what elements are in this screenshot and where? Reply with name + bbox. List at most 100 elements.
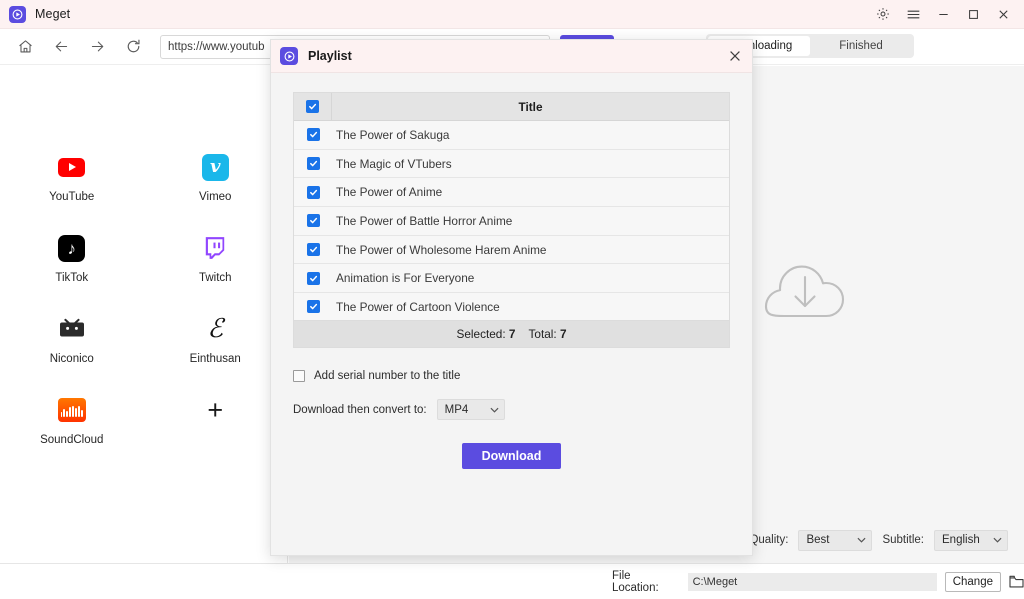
dialog-logo-icon (280, 47, 298, 65)
quality-value: Best (806, 534, 830, 546)
table-row[interactable]: The Power of Wholesome Harem Anime (294, 235, 729, 265)
change-folder-button[interactable]: Change (944, 571, 1001, 592)
table-row[interactable]: The Power of Battle Horror Anime (294, 207, 729, 236)
row-checkbox[interactable] (294, 214, 332, 228)
row-title: The Power of Battle Horror Anime (336, 213, 513, 228)
site-einthusan[interactable]: ℰ Einthusan (144, 314, 288, 365)
serial-number-label: Add serial number to the title (314, 370, 461, 382)
sites-grid: YouTube v Vimeo ♪ TikTok Twitch Niconico… (0, 152, 287, 446)
row-title: The Power of Sakuga (336, 127, 450, 142)
app-window: Meget https://www.youtub Downloading Fin… (0, 0, 1024, 599)
playlist-summary: Selected: 7 Total: 7 (293, 321, 730, 348)
site-add-new[interactable]: + (144, 395, 288, 446)
site-label: Twitch (198, 272, 232, 284)
site-vimeo[interactable]: v Vimeo (144, 152, 288, 203)
dialog-close-icon[interactable] (718, 40, 752, 73)
twitch-icon (200, 233, 230, 263)
einthusan-icon: ℰ (207, 314, 224, 344)
row-title: The Power of Cartoon Violence (336, 299, 500, 314)
quality-label: Quality: (749, 534, 789, 546)
serial-number-option[interactable]: Add serial number to the title (293, 370, 730, 382)
chevron-down-icon (490, 404, 499, 416)
maximize-icon[interactable] (958, 0, 988, 29)
row-checkbox[interactable] (294, 128, 332, 142)
gear-icon[interactable] (868, 0, 898, 29)
playlist-table-header: Title (294, 93, 729, 121)
hamburger-menu-icon[interactable] (898, 0, 928, 29)
table-row[interactable]: Animation is For Everyone (294, 264, 729, 294)
table-row[interactable]: The Power of Sakuga (294, 121, 729, 150)
tiktok-icon: ♪ (57, 233, 87, 263)
cloud-download-icon (758, 254, 852, 331)
folder-icon[interactable] (1009, 575, 1024, 588)
playlist-dialog: Playlist Title The Power of Sakuga The M… (270, 39, 753, 556)
total-count: 7 (559, 327, 567, 341)
app-logo-icon (9, 5, 26, 23)
total-count-group: Total: 7 (528, 327, 566, 341)
row-checkbox[interactable] (294, 300, 332, 314)
dialog-actions: Download (293, 443, 730, 469)
row-title: Animation is For Everyone (336, 271, 475, 286)
soundcloud-icon (57, 395, 87, 425)
site-youtube[interactable]: YouTube (0, 152, 144, 203)
forward-icon[interactable] (82, 32, 112, 62)
subtitle-value: English (942, 534, 980, 546)
row-checkbox[interactable] (294, 243, 332, 257)
total-label: Total: (528, 327, 557, 341)
row-title: The Power of Wholesome Harem Anime (336, 242, 547, 257)
file-location-bar: File Location: C:\Meget Change (0, 563, 1024, 599)
site-soundcloud[interactable]: SoundCloud (0, 395, 144, 446)
row-checkbox[interactable] (294, 157, 332, 171)
dialog-header: Playlist (271, 40, 752, 73)
site-niconico[interactable]: Niconico (0, 314, 144, 365)
row-title: The Power of Anime (336, 185, 443, 200)
subtitle-label: Subtitle: (882, 534, 924, 546)
table-row[interactable]: The Magic of VTubers (294, 149, 729, 179)
minimize-icon[interactable] (928, 0, 958, 29)
selected-label: Selected: (456, 327, 506, 341)
row-title: The Magic of VTubers (336, 156, 452, 171)
convert-format-select[interactable]: MP4 (436, 399, 505, 420)
serial-number-checkbox[interactable] (293, 370, 305, 382)
dialog-body: Title The Power of Sakuga The Magic of V… (271, 73, 752, 469)
convert-label: Download then convert to: (293, 403, 427, 416)
table-row[interactable]: The Power of Anime (294, 178, 729, 208)
chevron-down-icon (857, 534, 866, 546)
site-tiktok[interactable]: ♪ TikTok (0, 233, 144, 284)
chevron-down-icon (993, 534, 1002, 546)
back-icon[interactable] (46, 32, 76, 62)
playlist-table: Title The Power of Sakuga The Magic of V… (293, 92, 730, 321)
file-location-label: File Location: (612, 569, 659, 594)
home-icon[interactable] (10, 32, 40, 62)
reload-icon[interactable] (118, 32, 148, 62)
app-title: Meget (35, 7, 71, 21)
subtitle-select[interactable]: English (934, 529, 1008, 551)
convert-option: Download then convert to: MP4 (293, 399, 730, 420)
sites-sidebar: YouTube v Vimeo ♪ TikTok Twitch Niconico… (0, 66, 288, 599)
download-button[interactable]: Download (462, 443, 561, 469)
plus-icon: + (207, 394, 224, 425)
site-label: Niconico (49, 353, 94, 365)
file-location-input[interactable]: C:\Meget (687, 572, 937, 591)
site-label: Einthusan (189, 353, 241, 365)
site-label: Vimeo (199, 191, 232, 203)
table-row[interactable]: The Power of Cartoon Violence (294, 293, 729, 320)
title-bar: Meget (0, 0, 1024, 29)
select-all-checkbox[interactable] (294, 93, 332, 120)
dialog-title: Playlist (308, 49, 352, 63)
site-twitch[interactable]: Twitch (144, 233, 288, 284)
close-icon[interactable] (988, 0, 1018, 29)
quality-select[interactable]: Best (798, 529, 873, 551)
vimeo-icon: v (200, 152, 230, 182)
tab-finished[interactable]: Finished (810, 36, 912, 56)
site-label: YouTube (49, 191, 95, 203)
niconico-icon (57, 314, 87, 344)
row-checkbox[interactable] (294, 185, 332, 199)
selected-count: 7 (508, 327, 516, 341)
selected-count-group: Selected: 7 (456, 327, 515, 341)
column-header-title: Title (518, 99, 543, 114)
row-checkbox[interactable] (294, 271, 332, 285)
site-label: SoundCloud (40, 434, 104, 446)
convert-format-value: MP4 (444, 403, 469, 416)
site-label: TikTok (55, 272, 89, 284)
